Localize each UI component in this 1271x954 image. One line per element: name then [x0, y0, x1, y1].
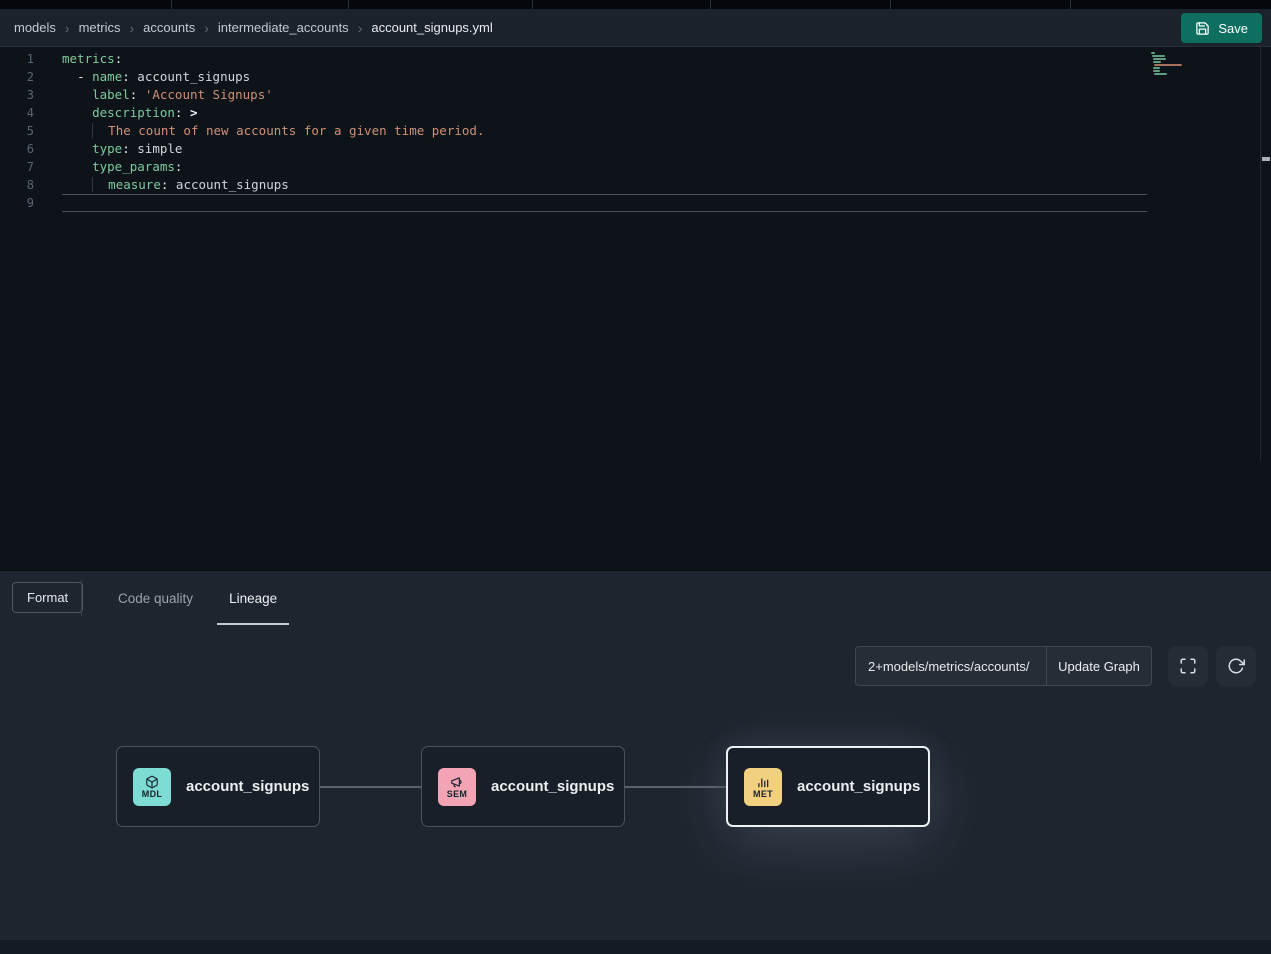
breadcrumb-item[interactable]: intermediate_accounts: [218, 20, 349, 35]
node-badge-label: MDL: [142, 790, 162, 799]
node-badge: SEM: [438, 768, 476, 806]
code-editor[interactable]: 1metrics:2 - name: account_signups3 labe…: [0, 47, 1271, 570]
save-icon: [1195, 21, 1210, 36]
node-badge-label: MET: [753, 790, 773, 799]
code-lines: 1metrics:2 - name: account_signups3 labe…: [0, 47, 1271, 212]
code-line[interactable]: 9: [0, 194, 1271, 212]
lineage-edge: [625, 786, 726, 788]
tab-divider: [1070, 0, 1071, 9]
code-line[interactable]: 6 type: simple: [0, 140, 1271, 158]
lineage-node-mdl[interactable]: MDL account_signups: [116, 746, 320, 827]
code-line[interactable]: 4 description: >: [0, 104, 1271, 122]
code-text: The count of new accounts for a given ti…: [62, 122, 484, 140]
lineage-node-sem[interactable]: SEM account_signups: [421, 746, 625, 827]
app-window: models › metrics › accounts › intermediate_acc…: [0, 0, 1271, 954]
line-number: 3: [0, 86, 34, 104]
save-button[interactable]: Save: [1181, 13, 1262, 43]
tab-divider: [348, 0, 349, 9]
minimap[interactable]: [1151, 52, 1209, 79]
breadcrumb-separator-icon: ›: [204, 21, 209, 35]
tab-divider: [532, 0, 533, 9]
editor-scrollbar[interactable]: [1260, 47, 1271, 461]
save-button-label: Save: [1218, 21, 1248, 36]
minimap-line: [1153, 58, 1166, 60]
tab-divider: [710, 0, 711, 9]
footer-bar: [0, 940, 1271, 954]
code-text: - name: account_signups: [62, 68, 250, 86]
node-badge-label: SEM: [447, 790, 467, 799]
bottom-panel: Format Code qualityLineage Update Graph …: [0, 570, 1271, 940]
minimap-line: [1153, 70, 1160, 72]
node-label: account_signups: [186, 778, 309, 795]
top-tab-strip[interactable]: [0, 0, 1271, 9]
node-label: account_signups: [797, 778, 920, 795]
breadcrumb-item[interactable]: metrics: [79, 20, 121, 35]
minimap-line: [1153, 67, 1160, 69]
line-number: 5: [0, 122, 34, 140]
code-line[interactable]: 7 type_params:: [0, 158, 1271, 176]
code-text: label: 'Account Signups': [62, 86, 273, 104]
breadcrumb-item[interactable]: accounts: [143, 20, 195, 35]
minimap-line: [1154, 64, 1182, 66]
tab-divider: [890, 0, 891, 9]
breadcrumb: models › metrics › accounts › intermediate_acc…: [0, 20, 493, 35]
line-number: 2: [0, 68, 34, 86]
minimap-line: [1152, 55, 1165, 57]
lineage-node-met[interactable]: MET account_signups: [726, 746, 930, 827]
megaphone-icon: [450, 775, 464, 789]
breadcrumb-item[interactable]: models: [14, 20, 56, 35]
code-text: metrics:: [62, 50, 122, 68]
bar-chart-icon: [756, 775, 770, 789]
breadcrumb-item[interactable]: account_signups.yml: [371, 20, 492, 35]
scrollbar-cursor-marker: [1262, 157, 1270, 161]
breadcrumb-bar: models › metrics › accounts › intermediate_acc…: [0, 9, 1271, 47]
code-line[interactable]: 3 label: 'Account Signups': [0, 86, 1271, 104]
code-line[interactable]: 2 - name: account_signups: [0, 68, 1271, 86]
code-text: type_params:: [62, 158, 182, 176]
lineage-edge: [320, 786, 421, 788]
node-badge: MDL: [133, 768, 171, 806]
breadcrumb-separator-icon: ›: [358, 21, 363, 35]
code-line[interactable]: 5 The count of new accounts for a given …: [0, 122, 1271, 140]
line-number: 7: [0, 158, 34, 176]
tab-divider: [171, 0, 172, 9]
minimap-line: [1153, 61, 1161, 63]
line-number: 6: [0, 140, 34, 158]
code-line[interactable]: 1 metrics:: [0, 50, 1271, 68]
node-badge: MET: [744, 768, 782, 806]
lineage-canvas[interactable]: MDL account_signups SEM account_signups MET a…: [0, 571, 1271, 940]
code-text: measure: account_signups: [62, 176, 289, 194]
cube-icon: [145, 775, 159, 789]
line-number: 1: [0, 50, 34, 68]
code-text: type: simple: [62, 140, 182, 158]
code-text: [62, 194, 1147, 212]
code-text: description: >: [62, 104, 198, 122]
node-label: account_signups: [491, 778, 614, 795]
code-line[interactable]: 8 measure: account_signups: [0, 176, 1271, 194]
minimap-line: [1154, 73, 1167, 75]
breadcrumb-separator-icon: ›: [65, 21, 70, 35]
breadcrumb-separator-icon: ›: [129, 21, 134, 35]
minimap-line: [1151, 52, 1155, 54]
line-number: 9: [0, 194, 34, 212]
line-number: 4: [0, 104, 34, 122]
line-number: 8: [0, 176, 34, 194]
